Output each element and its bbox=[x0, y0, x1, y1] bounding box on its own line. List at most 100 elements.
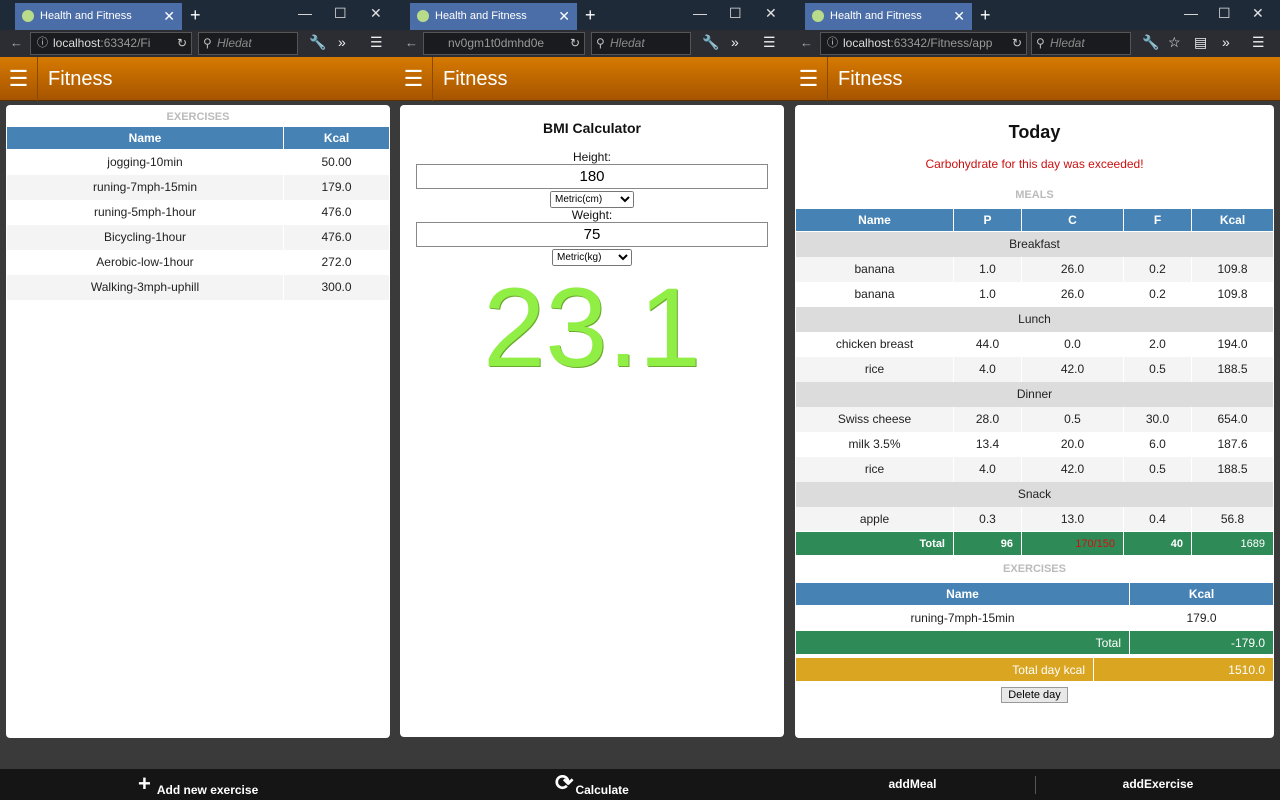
overflow-icon[interactable]: » bbox=[338, 34, 346, 50]
col-name[interactable]: Name bbox=[6, 126, 284, 150]
total-fat: 40 bbox=[1123, 531, 1192, 556]
minimize-icon[interactable]: — bbox=[693, 5, 707, 21]
wrench-icon[interactable]: 🔧 bbox=[702, 34, 719, 51]
add-meal-button[interactable]: addMeal bbox=[790, 769, 1035, 800]
search-icon: ⚲ bbox=[203, 36, 212, 50]
close-window-icon[interactable]: ✕ bbox=[765, 5, 777, 22]
menu-icon[interactable]: ☰ bbox=[763, 34, 776, 51]
height-unit-select[interactable]: Metric(cm) bbox=[550, 191, 634, 208]
minimize-icon[interactable]: — bbox=[1184, 5, 1198, 21]
meal-kcal: 194.0 bbox=[1191, 331, 1274, 357]
close-window-icon[interactable]: ✕ bbox=[370, 5, 382, 22]
exercise-name: runing-7mph-15min bbox=[6, 174, 284, 200]
url-bar[interactable]: ⓘ localhost:63342/Fitness/app ↻ bbox=[820, 32, 1027, 55]
exercise-row[interactable]: jogging-10min 50.00 bbox=[6, 149, 390, 175]
exercise-row[interactable]: runing-7mph-15min 179.0 bbox=[6, 174, 390, 200]
url-bar[interactable]: nv0gm1t0dmhd0e ↻ bbox=[423, 32, 585, 55]
calculate-label: Calculate bbox=[575, 783, 629, 797]
col-fat[interactable]: F bbox=[1123, 208, 1192, 232]
maximize-icon[interactable]: ☐ bbox=[334, 5, 347, 22]
meal-item-row[interactable]: banana 1.0 26.0 0.2 109.8 bbox=[795, 256, 1274, 282]
reload-icon[interactable]: ↻ bbox=[177, 33, 187, 54]
new-tab-icon[interactable]: + bbox=[585, 2, 596, 28]
col-name[interactable]: Name bbox=[795, 208, 954, 232]
maximize-icon[interactable]: ☐ bbox=[729, 5, 742, 22]
browser-tab[interactable]: Health and Fitness ✕ bbox=[805, 3, 972, 30]
overflow-icon[interactable]: » bbox=[1222, 34, 1230, 50]
hamburger-icon[interactable]: ☰ bbox=[395, 57, 433, 101]
col-kcal[interactable]: Kcal bbox=[283, 126, 390, 150]
back-icon[interactable]: ← bbox=[10, 35, 23, 50]
meal-item-row[interactable]: chicken breast 44.0 0.0 2.0 194.0 bbox=[795, 331, 1274, 357]
calculate-button[interactable]: ⟳ Calculate bbox=[555, 770, 629, 798]
meal-item-row[interactable]: milk 3.5% 13.4 20.0 6.0 187.6 bbox=[795, 431, 1274, 457]
exercise-total-value: -179.0 bbox=[1129, 630, 1274, 655]
back-icon[interactable]: ← bbox=[405, 35, 418, 50]
meal-protein: 4.0 bbox=[953, 456, 1022, 482]
meal-name: banana bbox=[795, 256, 954, 282]
url-host: localhost bbox=[843, 36, 891, 50]
minimize-icon[interactable]: — bbox=[298, 5, 312, 21]
reading-list-icon[interactable]: ▤ bbox=[1194, 34, 1207, 51]
menu-icon[interactable]: ☰ bbox=[1252, 34, 1265, 51]
meal-fat: 0.2 bbox=[1123, 256, 1192, 282]
col-protein[interactable]: P bbox=[953, 208, 1022, 232]
col-carbs[interactable]: C bbox=[1021, 208, 1124, 232]
reload-icon[interactable]: ↻ bbox=[570, 33, 580, 54]
meal-group-name: Snack bbox=[795, 481, 1274, 507]
height-input[interactable] bbox=[416, 164, 768, 189]
new-tab-icon[interactable]: + bbox=[980, 2, 991, 28]
tab-close-icon[interactable]: ✕ bbox=[558, 3, 570, 29]
meal-item-row[interactable]: rice 4.0 42.0 0.5 188.5 bbox=[795, 356, 1274, 382]
add-exercise-button[interactable]: addExercise bbox=[1036, 769, 1280, 800]
hamburger-icon[interactable]: ☰ bbox=[0, 57, 38, 101]
add-exercise-button[interactable]: + Add new exercise bbox=[138, 773, 258, 798]
exercise-row[interactable]: Walking-3mph-uphill 300.0 bbox=[6, 274, 390, 300]
menu-icon[interactable]: ☰ bbox=[370, 34, 383, 51]
total-carbs: 170/150 bbox=[1021, 531, 1124, 556]
total-protein: 96 bbox=[953, 531, 1022, 556]
delete-day-button[interactable]: Delete day bbox=[1001, 687, 1068, 703]
browser-tab[interactable]: Health and Fitness ✕ bbox=[410, 3, 577, 30]
exercise-row[interactable]: runing-5mph-1hour 476.0 bbox=[6, 199, 390, 225]
bookmark-star-icon[interactable]: ☆ bbox=[1168, 34, 1181, 51]
search-input[interactable]: ⚲ Hledat bbox=[591, 32, 691, 55]
wrench-icon[interactable]: 🔧 bbox=[309, 34, 326, 51]
search-placeholder: Hledat bbox=[217, 36, 252, 50]
meal-item-row[interactable]: rice 4.0 42.0 0.5 188.5 bbox=[795, 456, 1274, 482]
meal-group-name: Lunch bbox=[795, 306, 1274, 332]
info-icon[interactable]: ⓘ bbox=[827, 33, 838, 54]
hamburger-icon[interactable]: ☰ bbox=[790, 57, 828, 101]
exercise-name: runing-5mph-1hour bbox=[6, 199, 284, 225]
reload-icon[interactable]: ↻ bbox=[1012, 33, 1022, 54]
exercise-row[interactable]: Aerobic-low-1hour 272.0 bbox=[6, 249, 390, 275]
meal-name: apple bbox=[795, 506, 954, 532]
title-bar: Health and Fitness ✕ + — ☐ ✕ bbox=[0, 0, 395, 30]
overflow-icon[interactable]: » bbox=[731, 34, 739, 50]
weight-unit-select[interactable]: Metric(kg) bbox=[552, 249, 632, 266]
wrench-icon[interactable]: 🔧 bbox=[1142, 34, 1159, 51]
search-input[interactable]: ⚲ Hledat bbox=[198, 32, 298, 55]
weight-input[interactable] bbox=[416, 222, 768, 247]
maximize-icon[interactable]: ☐ bbox=[1218, 5, 1231, 22]
meal-item-row[interactable]: apple 0.3 13.0 0.4 56.8 bbox=[795, 506, 1274, 532]
back-icon[interactable]: ← bbox=[800, 35, 813, 50]
browser-tab[interactable]: Health and Fitness ✕ bbox=[15, 3, 182, 30]
exercises-section-label: EXERCISES bbox=[166, 111, 230, 123]
day-exercise-row[interactable]: runing-7mph-15min 179.0 bbox=[795, 605, 1274, 631]
exercise-row[interactable]: Bicycling-1hour 476.0 bbox=[6, 224, 390, 250]
col-kcal[interactable]: Kcal bbox=[1191, 208, 1274, 232]
meal-carbs: 42.0 bbox=[1021, 356, 1124, 382]
new-tab-icon[interactable]: + bbox=[190, 2, 201, 28]
meal-item-row[interactable]: Swiss cheese 28.0 0.5 30.0 654.0 bbox=[795, 406, 1274, 432]
refresh-icon: ⟳ bbox=[555, 770, 574, 795]
tab-close-icon[interactable]: ✕ bbox=[953, 3, 965, 29]
close-window-icon[interactable]: ✕ bbox=[1252, 5, 1264, 22]
col-exercise-kcal[interactable]: Kcal bbox=[1129, 582, 1274, 606]
meal-item-row[interactable]: banana 1.0 26.0 0.2 109.8 bbox=[795, 281, 1274, 307]
info-icon[interactable]: ⓘ bbox=[37, 33, 48, 54]
tab-close-icon[interactable]: ✕ bbox=[163, 3, 175, 29]
col-exercise-name[interactable]: Name bbox=[795, 582, 1130, 606]
search-input[interactable]: ⚲ Hledat bbox=[1031, 32, 1131, 55]
url-bar[interactable]: ⓘ localhost:63342/Fi ↻ bbox=[30, 32, 192, 55]
